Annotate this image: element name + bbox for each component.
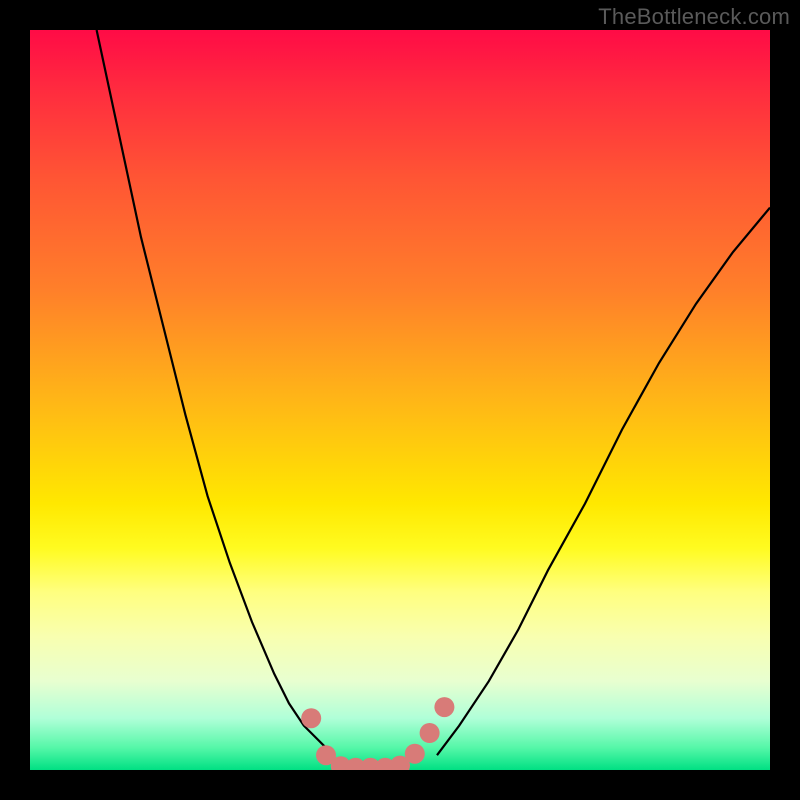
valley-markers	[301, 697, 454, 770]
chart-frame: TheBottleneck.com	[0, 0, 800, 800]
valley-marker	[420, 723, 440, 743]
valley-marker	[301, 708, 321, 728]
valley-marker	[434, 697, 454, 717]
watermark-label: TheBottleneck.com	[598, 4, 790, 30]
left-curve	[97, 30, 334, 755]
valley-marker	[405, 744, 425, 764]
curve-layer	[30, 30, 770, 770]
plot-area	[30, 30, 770, 770]
right-curve	[437, 208, 770, 756]
